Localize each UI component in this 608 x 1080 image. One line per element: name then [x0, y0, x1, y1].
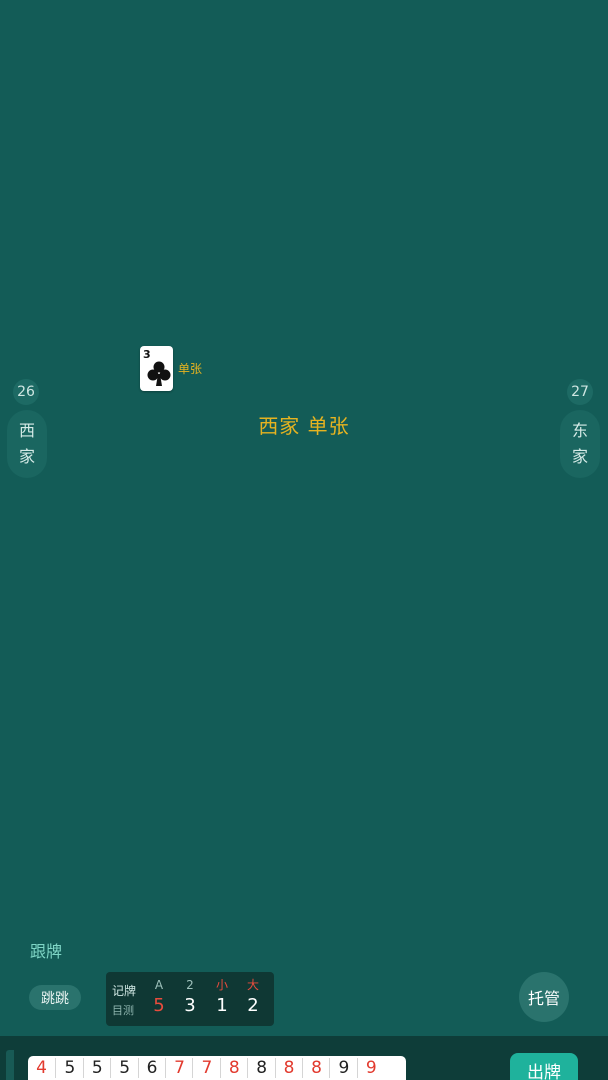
tracker-header: 小	[215, 978, 228, 992]
played-card: 3	[140, 346, 173, 391]
tracker-title: 记牌	[112, 984, 137, 998]
tracker-header: 2	[186, 978, 194, 992]
hand-card[interactable]: 9	[356, 1058, 385, 1078]
action-hint: 跟牌	[30, 942, 63, 961]
hand-edge	[6, 1050, 14, 1080]
hand-panel: 4555677888899 出牌	[0, 1036, 608, 1080]
club-suit-icon	[147, 361, 171, 386]
east-name-line2: 家	[571, 447, 588, 466]
tracker-col-small-joker: 小 1	[210, 977, 234, 1019]
hand-card[interactable]: 8	[247, 1058, 275, 1078]
turn-message: 西家 单张	[258, 414, 350, 438]
played-type-label: 单张	[178, 362, 203, 376]
tracker-col-big-joker: 大 2	[241, 977, 265, 1019]
east-card-count: 27	[567, 379, 593, 405]
hand-card[interactable]: 9	[329, 1058, 357, 1078]
hand-card[interactable]: 4	[28, 1058, 55, 1078]
tracker-header: A	[154, 978, 164, 992]
hand-card[interactable]: 8	[302, 1058, 330, 1078]
tracker-value: 2	[247, 995, 259, 1016]
hand-card[interactable]: 5	[55, 1058, 83, 1078]
west-name-line2: 家	[18, 447, 35, 466]
west-card-count: 26	[13, 379, 39, 405]
hand-card[interactable]: 7	[192, 1058, 220, 1078]
hand-card[interactable]: 8	[274, 1058, 303, 1078]
tracker-value: 3	[184, 995, 196, 1016]
hand-card[interactable]: 8	[219, 1058, 248, 1078]
hand-card[interactable]: 5	[110, 1058, 138, 1078]
tracker-subtitle: 目测	[112, 1004, 134, 1017]
auto-play-button[interactable]: 托管	[519, 972, 569, 1022]
tracker-header: 大	[246, 978, 259, 992]
player-hand: 4555677888899	[28, 1056, 406, 1080]
tracker-col-ace: A 5	[147, 977, 171, 1019]
tracker-value: 1	[216, 995, 228, 1016]
hand-card[interactable]: 7	[165, 1058, 193, 1078]
hand-card[interactable]: 5	[82, 1058, 111, 1078]
tracker-value: 5	[153, 995, 165, 1016]
play-cards-button[interactable]: 出牌	[510, 1053, 578, 1080]
tracker-col-two: 2 3	[178, 977, 202, 1019]
card-tracker[interactable]: 记牌 目测 A 5 2 3 小 1 大 2	[106, 972, 274, 1026]
hand-card[interactable]: 6	[137, 1058, 166, 1078]
skip-button[interactable]: 跳跳	[29, 985, 81, 1010]
